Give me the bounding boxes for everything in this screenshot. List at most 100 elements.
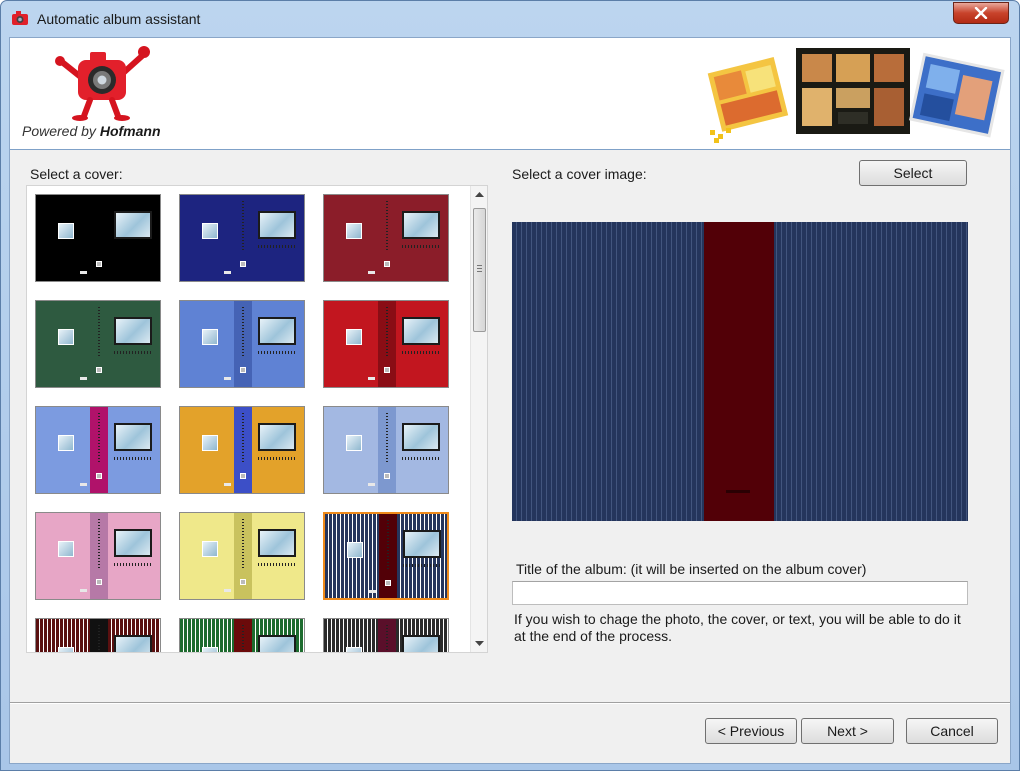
- cover-small-photo: [58, 329, 74, 345]
- cover-dotted-line: [386, 625, 388, 652]
- cover-text-mark: [80, 271, 87, 274]
- cover-thumbnail[interactable]: [323, 300, 449, 388]
- cover-thumbnail[interactable]: [179, 618, 305, 652]
- cover-tag: [240, 261, 246, 267]
- scroll-down-arrow[interactable]: [471, 635, 487, 652]
- cover-thumbnail[interactable]: [179, 300, 305, 388]
- cover-thumbnail[interactable]: [323, 512, 449, 600]
- cover-small-photo: [58, 647, 74, 652]
- cover-tag: [240, 367, 246, 373]
- cover-tag: [384, 473, 390, 479]
- cover-dotted-line: [387, 520, 389, 570]
- client-area: Powered by Hofmann Select a cover: Selec…: [9, 37, 1011, 764]
- cover-thumbnail[interactable]: [35, 194, 161, 282]
- cover-thumbnail[interactable]: [323, 194, 449, 282]
- cover-dotted-line: [386, 201, 388, 251]
- album-title-input[interactable]: [512, 581, 968, 605]
- select-cover-label: Select a cover:: [30, 166, 123, 182]
- cover-hatch-line: [258, 457, 296, 460]
- triangle-down-icon: [475, 641, 484, 646]
- cover-dotted-line: [242, 519, 244, 569]
- cover-thumbnail[interactable]: [179, 512, 305, 600]
- cover-big-photo: [114, 211, 152, 239]
- cover-big-photo: [258, 635, 296, 652]
- camera-mascot-logo: [55, 46, 150, 121]
- cover-big-photo: [402, 211, 440, 239]
- cover-tag: [96, 261, 102, 267]
- cover-thumbnail[interactable]: [323, 618, 449, 652]
- cover-text-mark: [224, 483, 231, 486]
- cover-dotted-line: [242, 413, 244, 463]
- close-icon: [974, 7, 988, 19]
- title-bar: Automatic album assistant: [1, 1, 1019, 37]
- cover-tag: [384, 367, 390, 373]
- cover-big-photo: [402, 317, 440, 345]
- cover-tag: [240, 579, 246, 585]
- cover-tag: [96, 473, 102, 479]
- cover-big-photo: [114, 635, 152, 652]
- cover-thumbnail[interactable]: [179, 406, 305, 494]
- cover-dotted-line: [242, 625, 244, 652]
- cancel-button[interactable]: Cancel: [906, 718, 998, 744]
- select-image-button[interactable]: Select: [859, 160, 967, 186]
- cover-dotted-line: [98, 413, 100, 463]
- cover-thumbnail[interactable]: [35, 300, 161, 388]
- app-window: Automatic album assistant Powered by Hof…: [0, 0, 1020, 771]
- cover-small-photo: [58, 223, 74, 239]
- cover-hatch-line: [258, 245, 296, 248]
- album-title-label: Title of the album: (it will be inserted…: [516, 561, 867, 577]
- cover-small-photo: [202, 329, 218, 345]
- cover-dotted-line: [386, 307, 388, 357]
- cover-text-mark: [224, 589, 231, 592]
- cover-tag: [385, 580, 391, 586]
- cover-text-mark: [224, 271, 231, 274]
- preview-spine: [704, 222, 774, 521]
- cover-dotted-line: [98, 307, 100, 357]
- cover-big-photo: [114, 529, 152, 557]
- cover-text-mark: [80, 377, 87, 380]
- cover-hatch-line: [114, 563, 152, 566]
- cover-big-photo: [258, 317, 296, 345]
- cover-small-photo: [58, 541, 74, 557]
- cover-small-photo: [202, 647, 218, 652]
- cover-big-photo: [114, 317, 152, 345]
- cover-tag: [240, 473, 246, 479]
- cover-small-photo: [346, 647, 362, 652]
- cover-tag: [96, 367, 102, 373]
- cover-big-photo: [258, 423, 296, 451]
- cover-hatch-line: [403, 564, 441, 567]
- cover-text-mark: [80, 483, 87, 486]
- triangle-up-icon: [475, 192, 484, 197]
- cover-text-mark: [368, 271, 375, 274]
- cover-hatch-line: [402, 351, 440, 354]
- cover-big-photo: [403, 530, 441, 558]
- cover-hatch-line: [114, 351, 152, 354]
- cover-thumbnail[interactable]: [35, 406, 161, 494]
- header-banner: Powered by Hofmann: [10, 38, 1010, 150]
- cover-list[interactable]: [26, 185, 488, 653]
- select-cover-image-label: Select a cover image:: [512, 166, 647, 182]
- scroll-up-arrow[interactable]: [471, 186, 487, 203]
- cover-thumbnail[interactable]: [35, 618, 161, 652]
- cover-big-photo: [114, 423, 152, 451]
- cover-thumbnail[interactable]: [179, 194, 305, 282]
- cover-text-mark: [369, 590, 376, 593]
- cover-small-photo: [346, 329, 362, 345]
- cover-small-photo: [346, 435, 362, 451]
- cover-small-photo: [202, 223, 218, 239]
- previous-button[interactable]: < Previous: [705, 718, 797, 744]
- cover-thumbnail[interactable]: [35, 512, 161, 600]
- cover-big-photo: [402, 635, 440, 652]
- cover-small-photo: [202, 435, 218, 451]
- grip-line: [477, 265, 482, 266]
- change-hint-text: If you wish to chage the photo, the cove…: [514, 611, 961, 644]
- cover-hatch-line: [402, 245, 440, 248]
- close-button[interactable]: [953, 2, 1009, 24]
- cover-text-mark: [80, 589, 87, 592]
- cover-small-photo: [346, 223, 362, 239]
- cover-thumbnail[interactable]: [323, 406, 449, 494]
- cover-hatch-line: [114, 457, 152, 460]
- next-button[interactable]: Next >: [801, 718, 894, 744]
- scroll-thumb[interactable]: [473, 208, 486, 332]
- cover-list-scrollbar[interactable]: [470, 186, 487, 652]
